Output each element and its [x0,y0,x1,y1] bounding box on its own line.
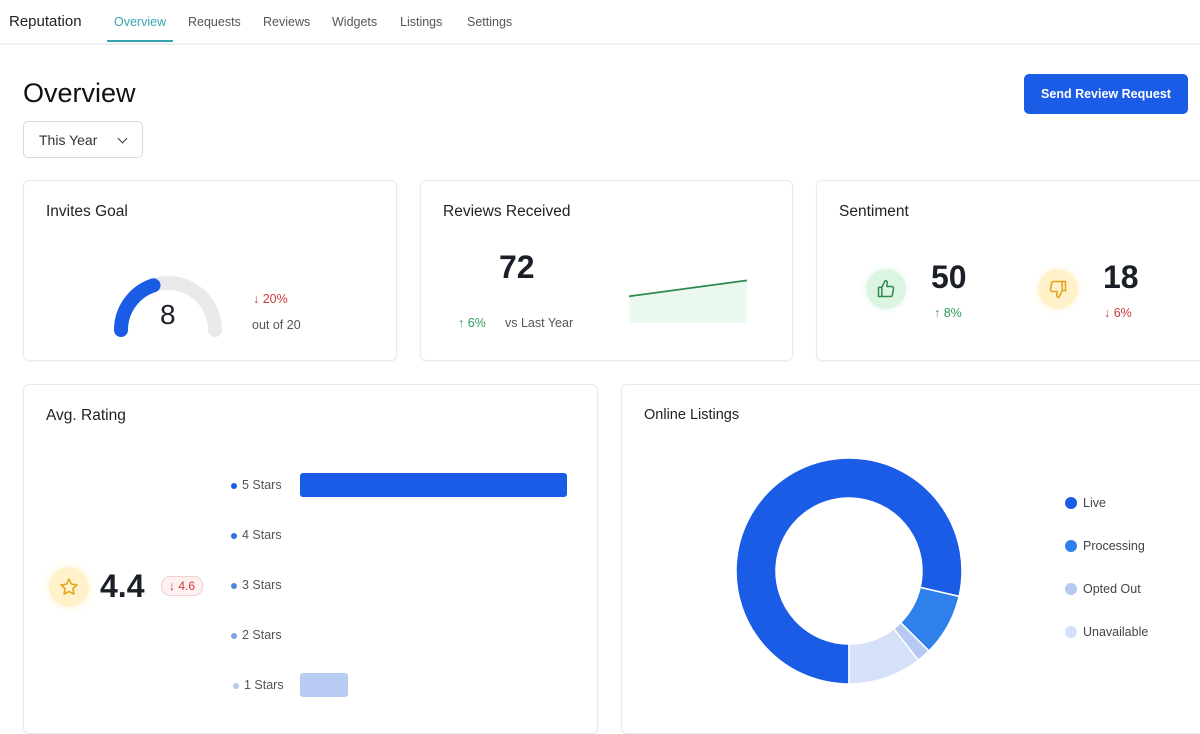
reviews-change: ↑ 6% [458,316,486,330]
invites-goal-card: Invites Goal 8 ↓ 20% out of 20 [23,180,397,361]
legend-label: Processing [1083,539,1145,553]
period-dropdown[interactable]: This Year [23,121,143,158]
legend-label: Opted Out [1083,582,1141,596]
positive-change: ↑ 8% [934,306,962,320]
legend-dot [231,532,237,539]
avg-rating-value: 4.4 [100,568,145,604]
card-title: Avg. Rating [46,407,126,424]
invites-change: ↓ 20% [253,292,288,306]
legend-dot [231,482,237,489]
chevron-down-icon [117,133,128,144]
legend-label: Live [1083,496,1106,510]
rating-bar[interactable] [300,473,567,497]
reviews-sparkline [628,279,748,323]
rating-label: 3 Stars [231,578,282,592]
reviews-value: 72 [499,249,535,285]
sparkline-area [629,280,747,323]
thumbs-up-icon [866,269,906,309]
rating-label: 4 Stars [231,528,282,542]
previous-rating-badge: ↓ 4.6 [161,576,204,596]
legend-label: Unavailable [1083,625,1149,639]
card-title: Invites Goal [46,203,128,220]
rating-label-text: 3 Stars [242,578,282,592]
tab-requests[interactable]: Requests [188,15,241,29]
card-title: Sentiment [839,203,909,220]
sentiment-card: Sentiment 50 ↑ 8% 18 ↓ 6% [816,180,1200,361]
rating-label-text: 2 Stars [242,628,282,642]
page-title: Overview [23,78,136,108]
rating-label: 1 Stars [233,678,284,692]
legend-item[interactable]: Processing [1065,539,1145,553]
app-brand: Reputation [9,13,82,30]
legend-dot [1065,540,1077,552]
positive-value: 50 [931,259,967,295]
send-review-request-button[interactable]: Send Review Request [1024,74,1188,114]
top-nav: Reputation Overview Requests Reviews Wid… [0,0,1200,45]
legend-item[interactable]: Unavailable [1065,625,1148,639]
negative-change: ↓ 6% [1104,306,1132,320]
rating-label: 2 Stars [231,628,282,642]
reviews-compare-label: vs Last Year [505,316,574,330]
legend-dot [1065,583,1077,595]
legend-dot [1065,626,1077,638]
invites-out-of: out of 20 [252,318,301,332]
rating-label-text: 4 Stars [242,528,282,542]
rating-bar[interactable] [300,673,349,697]
rating-label-text: 1 Stars [244,678,284,692]
negative-value: 18 [1103,259,1139,295]
card-title: Online Listings [644,407,740,423]
thumbs-down-icon [1038,269,1078,309]
tab-reviews[interactable]: Reviews [263,15,310,29]
tab-widgets[interactable]: Widgets [332,15,377,29]
star-icon [49,567,89,607]
period-value: This Year [39,132,98,148]
reviews-received-card: Reviews Received 72 ↑ 6% vs Last Year [420,180,793,361]
avg-rating-card: Avg. Rating 4.4 ↓ 4.6 5 Stars 4 Stars 3 St… [23,384,598,734]
legend-dot [231,582,237,589]
listings-donut-chart [735,457,963,685]
legend-item[interactable]: Opted Out [1065,582,1141,596]
tab-overview[interactable]: Overview [106,15,174,42]
online-listings-card: Online Listings Live Processing Opted Out U… [621,384,1200,734]
invites-value: 8 [160,299,176,330]
tab-settings[interactable]: Settings [467,15,512,29]
legend-dot [233,682,239,689]
gauge-fill [114,278,161,337]
legend-dot [231,632,237,639]
card-title: Reviews Received [443,203,571,220]
rating-label-text: 5 Stars [242,478,282,492]
rating-label: 5 Stars [231,478,282,492]
tab-listings[interactable]: Listings [400,15,442,29]
legend-item[interactable]: Live [1065,496,1106,510]
legend-dot [1065,497,1077,509]
